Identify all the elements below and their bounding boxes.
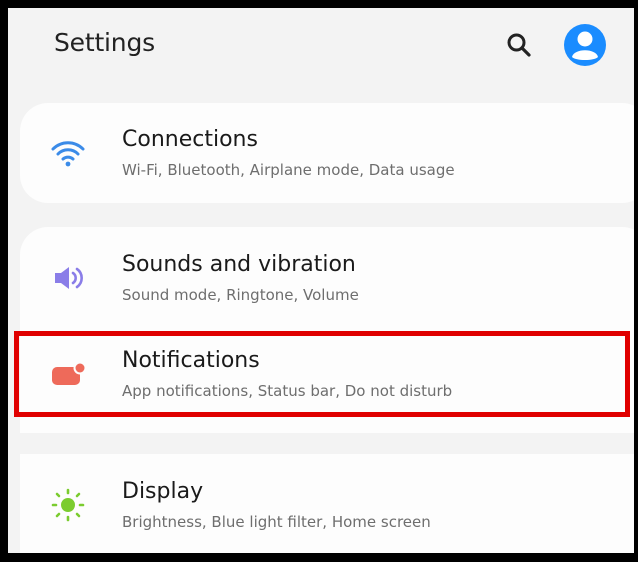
settings-item-notifications[interactable]: Notifications App notifications, Status … [20, 326, 638, 422]
search-button[interactable] [500, 26, 538, 64]
section-gap [20, 433, 638, 454]
search-icon [507, 33, 531, 57]
notification-icon [48, 356, 88, 392]
brightness-icon [48, 487, 88, 523]
item-label: Notifications [122, 348, 260, 373]
item-label: Sounds and vibration [122, 252, 356, 277]
account-button[interactable] [562, 22, 608, 68]
item-label: Connections [122, 127, 258, 152]
item-subtitle: Brightness, Blue light filter, Home scre… [122, 513, 431, 531]
item-subtitle: App notifications, Status bar, Do not di… [122, 382, 453, 400]
settings-item-display[interactable]: Display Brightness, Blue light filter, H… [20, 457, 638, 553]
frame-edge [634, 0, 638, 562]
app-header: Settings [8, 8, 638, 100]
settings-item-sounds[interactable]: Sounds and vibration Sound mode, Rington… [20, 230, 638, 326]
wifi-icon [48, 135, 88, 171]
item-subtitle: Sound mode, Ringtone, Volume [122, 286, 359, 304]
settings-screen: Settings Connections Wi-Fi, Bluetooth, A… [8, 8, 638, 553]
settings-item-connections[interactable]: Connections Wi-Fi, Bluetooth, Airplane m… [20, 105, 638, 201]
volume-icon [48, 260, 88, 296]
item-subtitle: Wi-Fi, Bluetooth, Airplane mode, Data us… [122, 161, 455, 179]
account-circle-icon [564, 24, 606, 66]
page-title: Settings [54, 28, 155, 57]
item-label: Display [122, 479, 204, 504]
